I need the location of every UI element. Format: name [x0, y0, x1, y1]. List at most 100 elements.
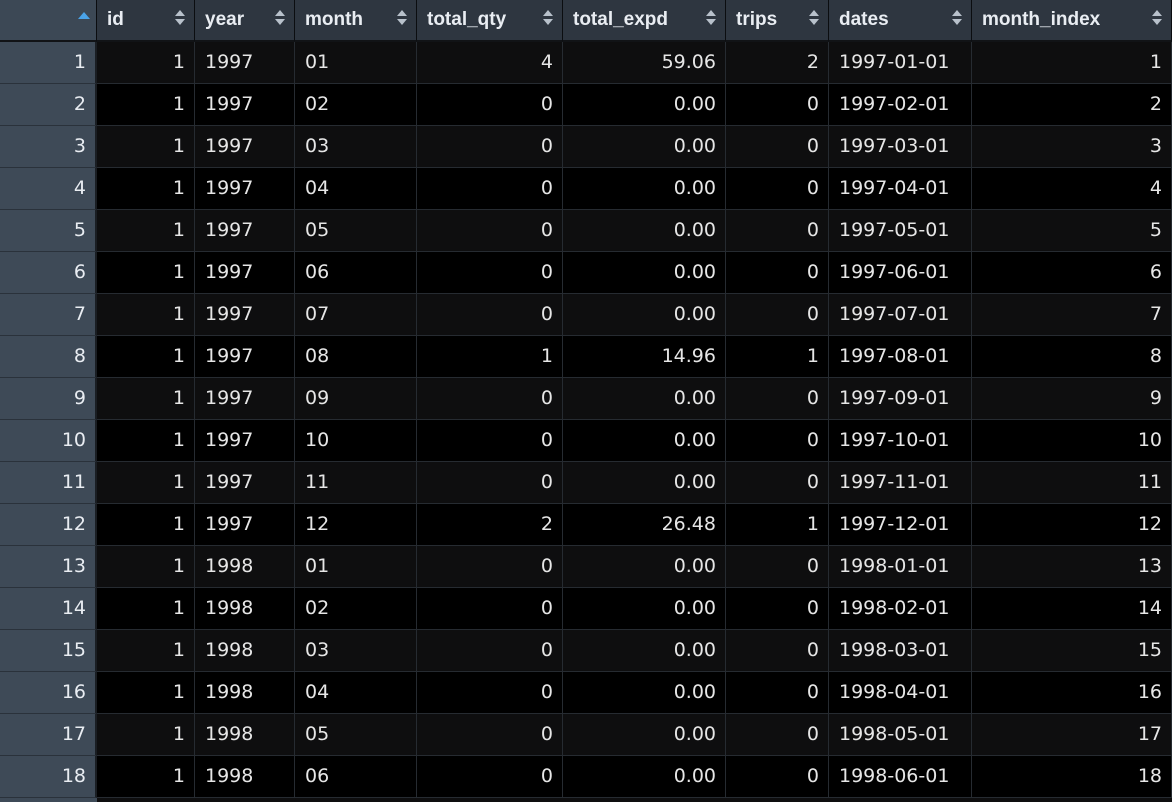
- cell-trips: 0: [726, 462, 829, 504]
- cell-year: 1997: [195, 84, 295, 126]
- column-header-month-index[interactable]: month_index: [972, 0, 1172, 42]
- sort-toggle-icon[interactable]: [952, 7, 962, 31]
- cell-year: 1997: [195, 210, 295, 252]
- cell-year: 1997: [195, 294, 295, 336]
- cell-total-qty: 0: [417, 168, 563, 210]
- table-row[interactable]: 10 1 1997 10 0 0.00 0 1997-10-01 10: [0, 420, 1172, 462]
- cell-year: 1998: [195, 714, 295, 756]
- cell-month: 04: [295, 672, 417, 714]
- cell-total-expd: 0.00: [563, 210, 726, 252]
- cell-id: 1: [97, 126, 195, 168]
- sort-toggle-icon[interactable]: [1152, 7, 1162, 31]
- table-row[interactable]: 13 1 1998 01 0 0.00 0 1998-01-01 13: [0, 546, 1172, 588]
- table-row[interactable]: 15 1 1998 03 0 0.00 0 1998-03-01 15: [0, 630, 1172, 672]
- cell-total-expd: 0.00: [563, 714, 726, 756]
- cell-total-expd: 0.00: [563, 168, 726, 210]
- cell-id: 1: [97, 42, 195, 84]
- cell-total-qty: 0: [417, 210, 563, 252]
- column-header-trips[interactable]: trips: [726, 0, 829, 42]
- row-number: 14: [0, 588, 97, 630]
- table-row[interactable]: 3 1 1997 03 0 0.00 0 1997-03-01 3: [0, 126, 1172, 168]
- cell-id: 1: [97, 84, 195, 126]
- cell-month: 06: [295, 756, 417, 798]
- column-header-id[interactable]: id: [97, 0, 195, 42]
- cell-dates: 1998-05-01: [829, 714, 972, 756]
- cell-month: 12: [295, 504, 417, 546]
- table-row[interactable]: 16 1 1998 04 0 0.00 0 1998-04-01 16: [0, 672, 1172, 714]
- table-row[interactable]: 8 1 1997 08 1 14.96 1 1997-08-01 8: [0, 336, 1172, 378]
- cell-total-qty: 1: [417, 336, 563, 378]
- cell-dates: 1998-06-01: [829, 756, 972, 798]
- cell-trips: 0: [726, 252, 829, 294]
- table-row[interactable]: 11 1 1997 11 0 0.00 0 1997-11-01 11: [0, 462, 1172, 504]
- cell-month: 03: [295, 630, 417, 672]
- row-number: 5: [0, 210, 97, 252]
- cell-total-qty: 0: [417, 630, 563, 672]
- cell-total-qty: 0: [417, 126, 563, 168]
- cell-total-expd: 14.96: [563, 336, 726, 378]
- cell-dates: 1997-04-01: [829, 168, 972, 210]
- cell-dates: 1997-01-01: [829, 42, 972, 84]
- sort-toggle-icon[interactable]: [809, 7, 819, 31]
- sort-toggle-icon[interactable]: [706, 7, 716, 31]
- cell-year: 1997: [195, 336, 295, 378]
- column-header-dates[interactable]: dates: [829, 0, 972, 42]
- table-row[interactable]: 9 1 1997 09 0 0.00 0 1997-09-01 9: [0, 378, 1172, 420]
- column-header-month[interactable]: month: [295, 0, 417, 42]
- sort-toggle-icon[interactable]: [543, 7, 553, 31]
- cell-total-qty: 0: [417, 756, 563, 798]
- cell-total-expd: 0.00: [563, 378, 726, 420]
- table-row[interactable]: 6 1 1997 06 0 0.00 0 1997-06-01 6: [0, 252, 1172, 294]
- column-header-label: dates: [839, 9, 889, 30]
- row-number: 16: [0, 672, 97, 714]
- column-header-total-expd[interactable]: total_expd: [563, 0, 726, 42]
- column-header-year[interactable]: year: [195, 0, 295, 42]
- table-row[interactable]: 2 1 1997 02 0 0.00 0 1997-02-01 2: [0, 84, 1172, 126]
- cell-trips: 0: [726, 126, 829, 168]
- sort-toggle-icon[interactable]: [275, 7, 285, 31]
- sort-toggle-icon[interactable]: [397, 7, 407, 31]
- row-number: 11: [0, 462, 97, 504]
- table-row[interactable]: 14 1 1998 02 0 0.00 0 1998-02-01 14: [0, 588, 1172, 630]
- cell-total-qty: 0: [417, 84, 563, 126]
- cell-year: 1998: [195, 756, 295, 798]
- cell-trips: 0: [726, 168, 829, 210]
- cell-trips: 0: [726, 210, 829, 252]
- cell-year: 1997: [195, 252, 295, 294]
- sort-toggle-icon[interactable]: [175, 7, 185, 31]
- table-row[interactable]: 5 1 1997 05 0 0.00 0 1997-05-01 5: [0, 210, 1172, 252]
- cell-total-expd: 0.00: [563, 462, 726, 504]
- cell-month: 01: [295, 42, 417, 84]
- table-row[interactable]: 12 1 1997 12 2 26.48 1 1997-12-01 12: [0, 504, 1172, 546]
- cell-total-expd: 0.00: [563, 294, 726, 336]
- cell-total-expd: 0.00: [563, 84, 726, 126]
- cell-month-index: 17: [972, 714, 1172, 756]
- cell-id: 1: [97, 504, 195, 546]
- column-header-total-qty[interactable]: total_qty: [417, 0, 563, 42]
- cell-id: 1: [97, 630, 195, 672]
- cell-trips: 0: [726, 294, 829, 336]
- row-number: 7: [0, 294, 97, 336]
- cell-month: 10: [295, 420, 417, 462]
- table-row[interactable]: 1 1 1997 01 4 59.06 2 1997-01-01 1: [0, 42, 1172, 84]
- table-row[interactable]: 18 1 1998 06 0 0.00 0 1998-06-01 18: [0, 756, 1172, 798]
- cell-year: 1997: [195, 126, 295, 168]
- cell-month-index: 3: [972, 126, 1172, 168]
- table-row[interactable]: 7 1 1997 07 0 0.00 0 1997-07-01 7: [0, 294, 1172, 336]
- table-row[interactable]: 4 1 1997 04 0 0.00 0 1997-04-01 4: [0, 168, 1172, 210]
- cell-id: 1: [97, 672, 195, 714]
- row-number-header[interactable]: [0, 0, 97, 42]
- table-row[interactable]: 17 1 1998 05 0 0.00 0 1998-05-01 17: [0, 714, 1172, 756]
- cell-month: 02: [295, 84, 417, 126]
- cell-month-index: 5: [972, 210, 1172, 252]
- cell-total-expd: 0.00: [563, 672, 726, 714]
- cell-month-index: 8: [972, 336, 1172, 378]
- cell-year: 1998: [195, 546, 295, 588]
- cell-total-expd: 0.00: [563, 588, 726, 630]
- cell-id: 1: [97, 462, 195, 504]
- row-number: 15: [0, 630, 97, 672]
- cell-dates: 1997-10-01: [829, 420, 972, 462]
- cell-trips: 0: [726, 420, 829, 462]
- column-header-label: year: [205, 9, 245, 30]
- sort-ascending-icon[interactable]: [78, 12, 90, 19]
